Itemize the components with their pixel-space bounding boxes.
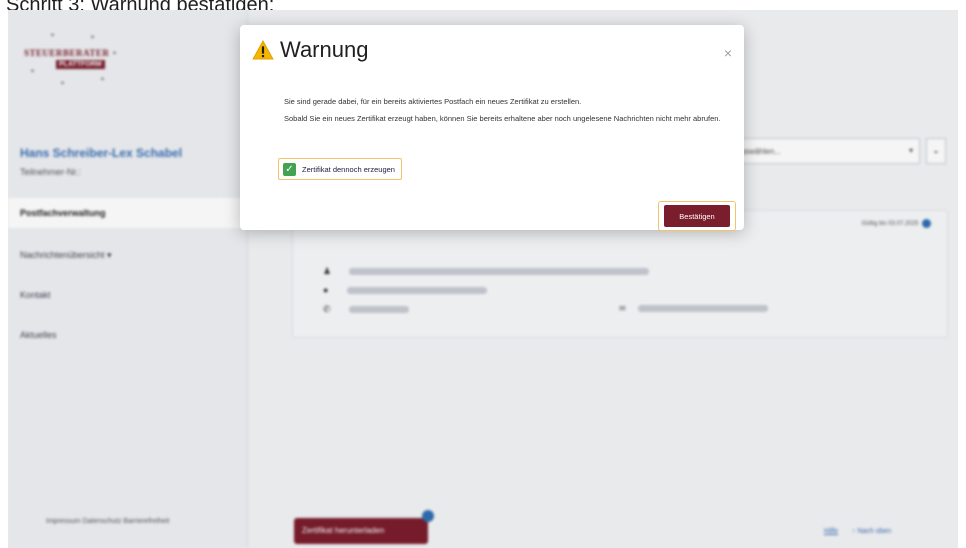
confirm-button-highlight: Bestätigen [658,201,736,231]
warning-dialog: Warnung × Sie sind gerade dabei, für ein… [240,25,744,231]
dialog-text-2: Sobald Sie ein neues Zertifikat erzeugt … [284,114,721,123]
check-icon[interactable]: ✓ [283,162,296,176]
confirm-checkbox-row[interactable]: ✓ Zertifikat dennoch erzeugen [278,158,402,180]
dialog-text-1: Sie sind gerade dabei, für ein bereits a… [284,97,582,106]
dialog-title: Warnung [252,37,368,63]
dialog-title-text: Warnung [280,37,369,62]
warning-icon [252,40,274,60]
close-icon[interactable]: × [724,45,732,61]
confirm-button[interactable]: Bestätigen [664,205,730,227]
app-frame: ✦ ✦ ✦ ✦ ✦ ✦ STEUERBERATER PLATTFORM Hans… [8,10,958,548]
dialog-body: Sie sind gerade dabei, für ein bereits a… [284,96,724,130]
checkbox-label[interactable]: Zertifikat dennoch erzeugen [302,165,395,174]
